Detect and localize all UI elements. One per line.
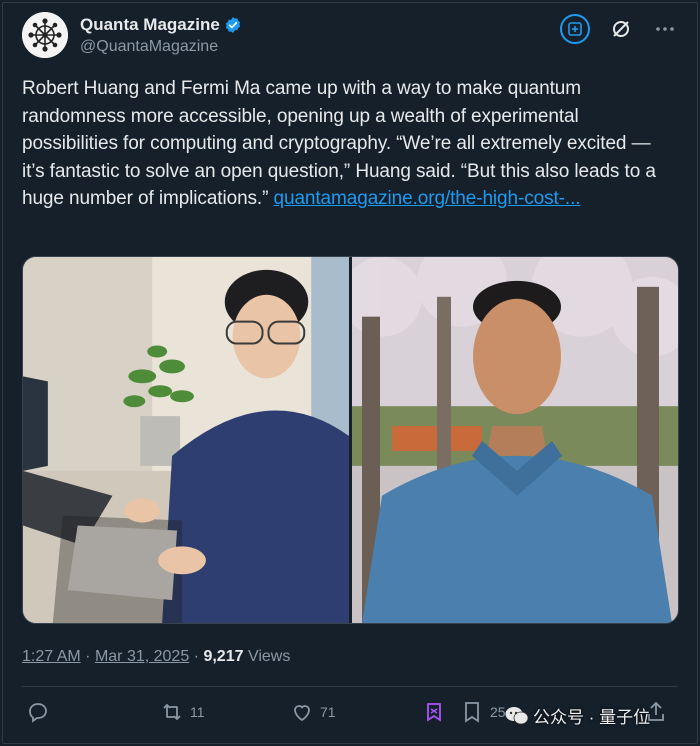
tweet-text: Robert Huang and Fermi Ma came up with a… xyxy=(22,75,672,213)
watermark-text: 公众号 · 量子位 xyxy=(533,708,651,727)
post-meta: 1:27 AM · Mar 31, 2025 · 9,217 Views xyxy=(22,648,290,666)
grok-action-button[interactable] xyxy=(422,700,446,724)
post-time[interactable]: 1:27 AM xyxy=(22,648,81,665)
bookmark-icon xyxy=(465,702,479,723)
name-row: Quanta Magazine xyxy=(80,15,242,35)
repost-button[interactable]: 11 xyxy=(160,700,205,724)
more-dots-icon xyxy=(656,27,674,31)
heart-icon xyxy=(294,705,310,722)
like-count: 71 xyxy=(320,704,336,720)
grok-icon xyxy=(568,22,582,36)
photo-fermi-ma[interactable] xyxy=(352,257,678,623)
repost-icon xyxy=(163,704,181,720)
grok-slash-button[interactable] xyxy=(608,16,634,42)
like-button[interactable]: 71 xyxy=(290,700,336,724)
views-label: Views xyxy=(247,648,291,665)
slash-circle-icon xyxy=(613,21,629,37)
quanta-logo-icon xyxy=(22,12,68,58)
post-header: Quanta Magazine @QuantaMagazine xyxy=(22,12,682,60)
grok-shield-icon xyxy=(427,703,441,722)
avatar[interactable] xyxy=(22,12,68,58)
wechat-watermark: 公众号 · 量子位 xyxy=(505,703,650,728)
display-name[interactable]: Quanta Magazine xyxy=(80,15,220,35)
photo-cherry-blossom-scene xyxy=(352,257,678,623)
more-button[interactable] xyxy=(652,16,678,42)
grok-button[interactable] xyxy=(560,14,590,44)
photo-desk-scene xyxy=(23,257,349,623)
wechat-icon xyxy=(505,706,529,724)
bookmark-button[interactable]: 25 xyxy=(460,700,506,724)
photo-robert-huang[interactable] xyxy=(23,257,349,623)
post-date[interactable]: Mar 31, 2025 xyxy=(95,648,189,665)
views-count: 9,217 xyxy=(203,648,244,665)
article-link[interactable]: quantamagazine.org/the-high-cost-... xyxy=(274,188,581,209)
bookmark-count: 25 xyxy=(490,704,506,720)
reply-icon xyxy=(29,703,47,723)
media-grid xyxy=(22,256,679,624)
divider xyxy=(22,686,678,687)
meta-separator-2: · xyxy=(193,648,199,665)
verified-badge-icon xyxy=(225,17,240,33)
header-actions xyxy=(560,14,678,44)
meta-separator: · xyxy=(85,648,91,665)
reply-button[interactable] xyxy=(26,700,56,724)
handle[interactable]: @QuantaMagazine xyxy=(80,38,218,56)
repost-count: 11 xyxy=(190,704,205,720)
